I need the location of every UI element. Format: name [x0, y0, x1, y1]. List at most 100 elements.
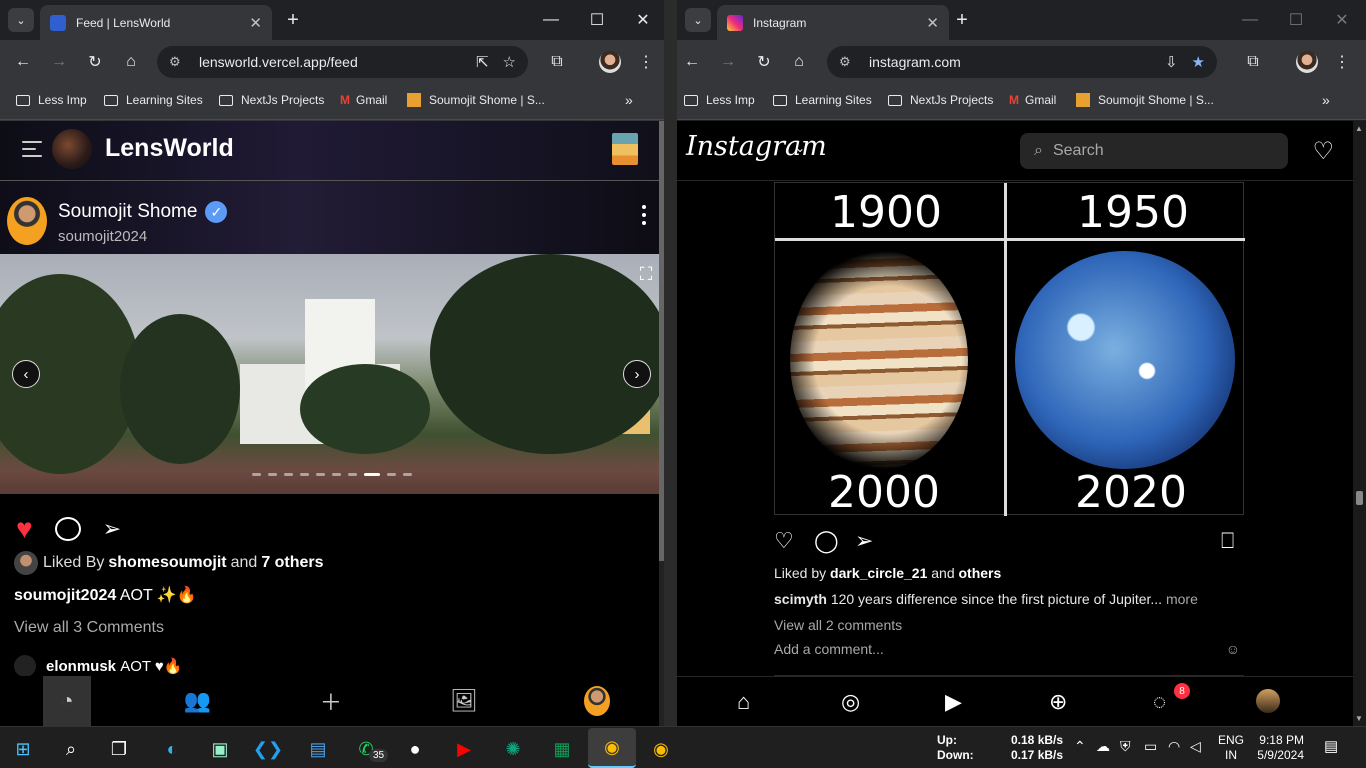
view-all-comments-link[interactable]: View all 2 comments — [774, 617, 902, 633]
profile-avatar[interactable] — [1296, 51, 1318, 73]
back-icon[interactable]: ← — [11, 50, 35, 74]
new-tab-button[interactable]: + — [281, 8, 305, 32]
more-bookmarks-icon[interactable]: » — [625, 92, 633, 108]
share-icon[interactable]: ➢ — [103, 516, 121, 542]
maximize-button[interactable]: ☐ — [574, 6, 620, 34]
reload-icon[interactable]: ↻ — [752, 50, 776, 74]
save-bookmark-icon[interactable]: ⎕ — [1221, 528, 1234, 554]
bookmark-star-icon[interactable]: ☆ — [503, 53, 516, 71]
tab-search-dropdown[interactable]: ⌄ — [685, 8, 711, 32]
back-icon[interactable]: ← — [680, 50, 704, 74]
slide-dot[interactable] — [284, 473, 293, 476]
bookmark-folder[interactable]: NextJs Projects — [888, 93, 993, 107]
bookmark-folder[interactable]: Learning Sites — [104, 93, 203, 107]
scrollbar-thumb[interactable] — [1356, 491, 1363, 505]
edge-icon[interactable]: ◐ — [159, 736, 185, 762]
chevron-down-icon[interactable]: ⌄ — [795, 141, 805, 155]
notifications-heart-icon[interactable]: ♡ — [1312, 137, 1334, 166]
gallery-icon[interactable]: 🖼 — [398, 676, 531, 726]
install-app-icon[interactable]: ⇩ — [1165, 53, 1178, 71]
home-icon[interactable]: ⌂ — [787, 50, 811, 74]
open-in-app-icon[interactable]: ⇱ — [476, 53, 489, 71]
photos-icon[interactable]: ▣ — [207, 736, 233, 762]
bookmark-folder[interactable]: Less Imp — [684, 93, 755, 107]
reload-icon[interactable]: ↻ — [83, 50, 107, 74]
close-tab-icon[interactable]: ✕ — [926, 14, 939, 32]
chatgpt-icon[interactable]: ✺ — [500, 736, 526, 762]
close-window-button[interactable]: ✕ — [620, 6, 664, 34]
share-icon[interactable]: ➢ — [855, 528, 873, 554]
bookmark-star-filled-icon[interactable]: ★ — [1192, 53, 1205, 71]
liked-heart-icon[interactable]: ♥ — [16, 513, 33, 545]
onedrive-cloud-icon[interactable]: ☁ — [1096, 739, 1110, 754]
more-link[interactable]: more — [1166, 591, 1198, 607]
bookmark-profile[interactable]: Soumojit Shome | S... — [407, 93, 545, 107]
bookmark-gmail[interactable]: M Gmail — [340, 93, 387, 107]
messenger-icon[interactable]: ◌ — [1153, 689, 1166, 715]
tab-instagram[interactable]: Instagram ✕ — [717, 5, 949, 40]
bookmark-folder[interactable]: Learning Sites — [773, 93, 872, 107]
page-scrollbar[interactable]: ▲ ▼ — [1353, 121, 1366, 726]
slide-dot[interactable] — [387, 473, 396, 476]
file-explorer-icon[interactable]: ▤ — [305, 736, 331, 762]
more-bookmarks-icon[interactable]: » — [1322, 92, 1330, 108]
menu-kebab-icon[interactable]: ⋮ — [634, 50, 658, 74]
slide-dot[interactable] — [403, 473, 412, 476]
search-input[interactable]: ⌕ Search — [1020, 133, 1288, 169]
forward-icon[interactable]: → — [716, 50, 740, 74]
minimize-button[interactable]: — — [528, 6, 574, 34]
liker-username[interactable]: dark_circle_21 — [830, 565, 927, 581]
site-info-icon[interactable]: ⚙ — [839, 54, 859, 70]
security-shield-icon[interactable]: ⛨ — [1120, 739, 1131, 754]
comment-icon[interactable] — [54, 517, 81, 541]
like-heart-icon[interactable]: ♡ — [774, 528, 794, 554]
start-windows-icon[interactable]: ⊞ — [10, 736, 36, 762]
scroll-up-arrow-icon[interactable]: ▲ — [1355, 124, 1363, 133]
add-comment-input[interactable]: Add a comment... ☺ — [774, 641, 1244, 657]
other-likers[interactable]: others — [959, 565, 1002, 581]
slide-dot[interactable] — [348, 473, 357, 476]
search-icon[interactable]: ⌕ — [58, 736, 84, 762]
emoji-icon[interactable]: ☺ — [1226, 641, 1240, 657]
new-tab-button[interactable]: + — [950, 8, 974, 32]
notification-center-icon[interactable]: ▤ — [1324, 739, 1338, 754]
extensions-icon[interactable]: ⧉ — [1241, 50, 1265, 74]
friends-icon[interactable]: 👥 — [131, 676, 264, 726]
profile-avatar[interactable] — [599, 51, 621, 73]
caption-username[interactable]: scimyth — [774, 591, 827, 607]
tab-search-dropdown[interactable]: ⌄ — [8, 8, 34, 32]
bookmark-folder[interactable]: Less Imp — [16, 93, 87, 107]
prev-slide-button[interactable]: ‹ — [12, 360, 40, 388]
github-icon[interactable]: ● — [402, 736, 428, 762]
feed-icon[interactable]: ◔ — [43, 676, 91, 726]
next-slide-button[interactable]: › — [623, 360, 651, 388]
slide-dot[interactable] — [316, 473, 325, 476]
youtube-icon[interactable]: ▶ — [451, 736, 477, 762]
view-all-comments-link[interactable]: View all 3 Comments — [14, 619, 164, 637]
reels-icon[interactable]: ▶ — [945, 689, 962, 715]
slide-dot[interactable] — [332, 473, 341, 476]
address-bar[interactable]: ⚙ instagram.com ⇩ ★ — [827, 46, 1217, 78]
close-tab-icon[interactable]: ✕ — [249, 14, 262, 32]
extensions-icon[interactable]: ⧉ — [545, 50, 569, 74]
profile-nav[interactable] — [531, 676, 664, 726]
fullscreen-icon[interactable]: ⛶ — [636, 264, 656, 284]
menu-kebab-icon[interactable]: ⋮ — [1330, 50, 1354, 74]
bookmark-folder[interactable]: NextJs Projects — [219, 93, 324, 107]
close-window-button[interactable]: ✕ — [1319, 6, 1365, 34]
bookmark-gmail[interactable]: M Gmail — [1009, 93, 1056, 107]
battery-icon[interactable]: ▭ — [1144, 739, 1157, 754]
task-view-icon[interactable]: ❐ — [106, 736, 132, 762]
post-options-icon[interactable] — [642, 205, 648, 225]
slide-dot[interactable] — [364, 473, 380, 476]
home-icon[interactable]: ⌂ — [119, 50, 143, 74]
language-indicator[interactable]: ENG IN — [1218, 733, 1244, 763]
explore-compass-icon[interactable]: ◎ — [841, 689, 860, 715]
commenter-username[interactable]: elonmusk — [46, 658, 116, 675]
bookmark-profile[interactable]: Soumojit Shome | S... — [1076, 93, 1214, 107]
author-avatar[interactable] — [7, 197, 47, 245]
volume-icon[interactable]: ◁ — [1190, 739, 1201, 754]
tab-lensworld[interactable]: Feed | LensWorld ✕ — [40, 5, 272, 40]
maximize-button[interactable]: ☐ — [1273, 6, 1319, 34]
site-info-icon[interactable]: ⚙ — [169, 54, 189, 70]
